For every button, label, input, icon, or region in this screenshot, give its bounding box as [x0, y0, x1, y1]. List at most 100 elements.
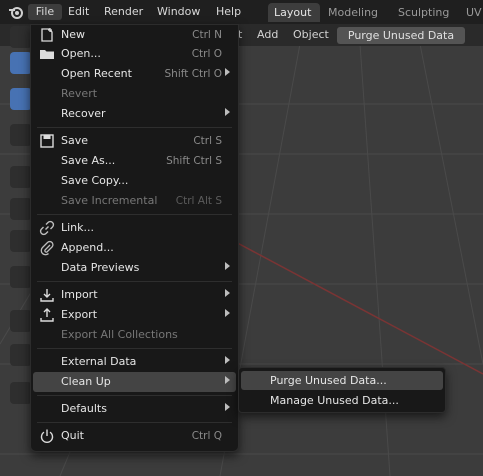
- file-menu: New Ctrl N Open... Ctrl O Open Recent Sh…: [30, 24, 239, 452]
- menu-item-import[interactable]: Import: [33, 285, 236, 305]
- menu-label: Export: [61, 308, 98, 321]
- menu-separator: [37, 281, 232, 282]
- menu-label: Recover: [61, 107, 106, 120]
- menu-file[interactable]: File: [28, 4, 62, 20]
- blender-logo-icon[interactable]: [8, 4, 24, 20]
- menu-label: Quit: [61, 429, 84, 442]
- tool-cursor-icon[interactable]: [10, 88, 32, 110]
- top-bar: File Edit Render Window Help Layout Mode…: [0, 0, 483, 24]
- submenu-arrow-icon: [225, 68, 230, 76]
- menu-label: Export All Collections: [61, 328, 178, 341]
- tool-rotate-icon[interactable]: [10, 198, 32, 220]
- menu-item-append[interactable]: Append...: [33, 238, 236, 258]
- tool-move-icon[interactable]: [10, 124, 32, 146]
- menu-separator: [37, 348, 232, 349]
- header-item-object[interactable]: Object: [293, 27, 329, 43]
- menu-item-quit[interactable]: Quit Ctrl Q: [33, 426, 236, 446]
- menu-item-clean-up[interactable]: Clean Up: [33, 372, 236, 392]
- menu-label: Link...: [61, 221, 95, 234]
- menu-label: Purge Unused Data...: [270, 374, 387, 387]
- menu-label: Data Previews: [61, 261, 140, 274]
- menu-item-save-as[interactable]: Save As... Shift Ctrl S: [33, 151, 236, 171]
- tool-transform-icon[interactable]: [10, 166, 32, 188]
- menu-label: External Data: [61, 355, 137, 368]
- purge-unused-data-button[interactable]: Purge Unused Data: [337, 27, 465, 44]
- clean-up-submenu: Purge Unused Data... Manage Unused Data.…: [238, 367, 446, 413]
- x-axis-line: [229, 238, 483, 375]
- menu-item-open-recent[interactable]: Open Recent Shift Ctrl O: [33, 64, 236, 84]
- menu-item-save-copy[interactable]: Save Copy...: [33, 171, 236, 191]
- menu-label: Clean Up: [61, 375, 111, 388]
- menu-item-revert: Revert: [33, 84, 236, 104]
- paperclip-icon: [40, 240, 54, 256]
- menu-label: Save As...: [61, 154, 116, 167]
- menu-render[interactable]: Render: [104, 4, 143, 20]
- menu-edit[interactable]: Edit: [68, 4, 89, 20]
- shortcut-text: Ctrl S: [193, 135, 222, 147]
- menu-item-manage-unused-data[interactable]: Manage Unused Data...: [241, 391, 443, 410]
- tab-layout[interactable]: Layout: [268, 3, 320, 22]
- submenu-arrow-icon: [225, 262, 230, 270]
- tab-uv[interactable]: UV: [460, 3, 483, 22]
- menu-help[interactable]: Help: [216, 4, 241, 20]
- folder-icon: [40, 50, 54, 59]
- menu-separator: [37, 214, 232, 215]
- menu-label: Manage Unused Data...: [270, 394, 399, 407]
- tool-mode-icon[interactable]: [10, 26, 32, 48]
- menu-item-save[interactable]: Save Ctrl S: [33, 131, 236, 151]
- menu-item-recover[interactable]: Recover: [33, 104, 236, 124]
- tool-add-cube-icon[interactable]: [10, 344, 32, 366]
- save-icon: [40, 134, 54, 148]
- menu-item-data-previews[interactable]: Data Previews: [33, 258, 236, 278]
- menu-label: Save Copy...: [61, 174, 129, 187]
- tool-scale-icon[interactable]: [10, 230, 32, 252]
- menu-item-save-incremental: Save Incremental Ctrl Alt S: [33, 191, 236, 211]
- menu-label: New: [61, 28, 85, 41]
- menu-separator: [37, 395, 232, 396]
- tool-select-box-icon[interactable]: [10, 52, 32, 74]
- submenu-arrow-icon: [225, 309, 230, 317]
- tab-modeling[interactable]: Modeling: [322, 3, 384, 22]
- menu-separator: [37, 422, 232, 423]
- tool-shelf: [6, 26, 32, 446]
- menu-window[interactable]: Window: [157, 4, 200, 20]
- link-icon: [39, 220, 55, 236]
- import-icon: [40, 289, 54, 302]
- submenu-arrow-icon: [225, 403, 230, 411]
- menu-separator: [37, 127, 232, 128]
- new-file-icon: [41, 28, 53, 42]
- menu-item-export[interactable]: Export: [33, 305, 236, 325]
- submenu-arrow-icon: [225, 289, 230, 297]
- menu-item-new[interactable]: New Ctrl N: [33, 25, 236, 45]
- tool-annotate-icon[interactable]: [10, 266, 32, 288]
- shortcut-text: Ctrl Alt S: [175, 195, 222, 207]
- menu-item-open[interactable]: Open... Ctrl O: [33, 44, 236, 64]
- submenu-arrow-icon: [225, 108, 230, 116]
- header-item-add[interactable]: Add: [257, 27, 278, 43]
- submenu-arrow-icon: [225, 376, 230, 384]
- shortcut-text: Shift Ctrl S: [166, 155, 222, 167]
- menu-item-external-data[interactable]: External Data: [33, 352, 236, 372]
- menu-label: Save: [61, 134, 89, 147]
- submenu-arrow-icon: [225, 356, 230, 364]
- tool-measure-icon[interactable]: [10, 310, 32, 332]
- menu-label: Defaults: [61, 402, 107, 415]
- menu-label: Import: [61, 288, 98, 301]
- shortcut-text: Shift Ctrl O: [164, 68, 223, 80]
- menu-item-export-all-collections: Export All Collections: [33, 325, 236, 345]
- shortcut-text: Ctrl O: [191, 48, 222, 60]
- menu-item-link[interactable]: Link...: [33, 218, 236, 238]
- tab-sculpting[interactable]: Sculpting: [392, 3, 455, 22]
- menu-label: Open...: [61, 47, 101, 60]
- menu-label: Revert: [61, 87, 98, 100]
- export-icon: [40, 308, 54, 322]
- shortcut-text: Ctrl N: [192, 29, 222, 41]
- menu-label: Append...: [61, 241, 114, 254]
- menu-label: Save Incremental: [61, 194, 158, 207]
- menu-item-purge-unused-data[interactable]: Purge Unused Data...: [241, 371, 443, 390]
- menu-label: Open Recent: [61, 67, 132, 80]
- menu-item-defaults[interactable]: Defaults: [33, 399, 236, 419]
- shortcut-text: Ctrl Q: [191, 430, 222, 442]
- power-icon: [40, 429, 54, 443]
- tool-extra-icon[interactable]: [10, 382, 32, 404]
